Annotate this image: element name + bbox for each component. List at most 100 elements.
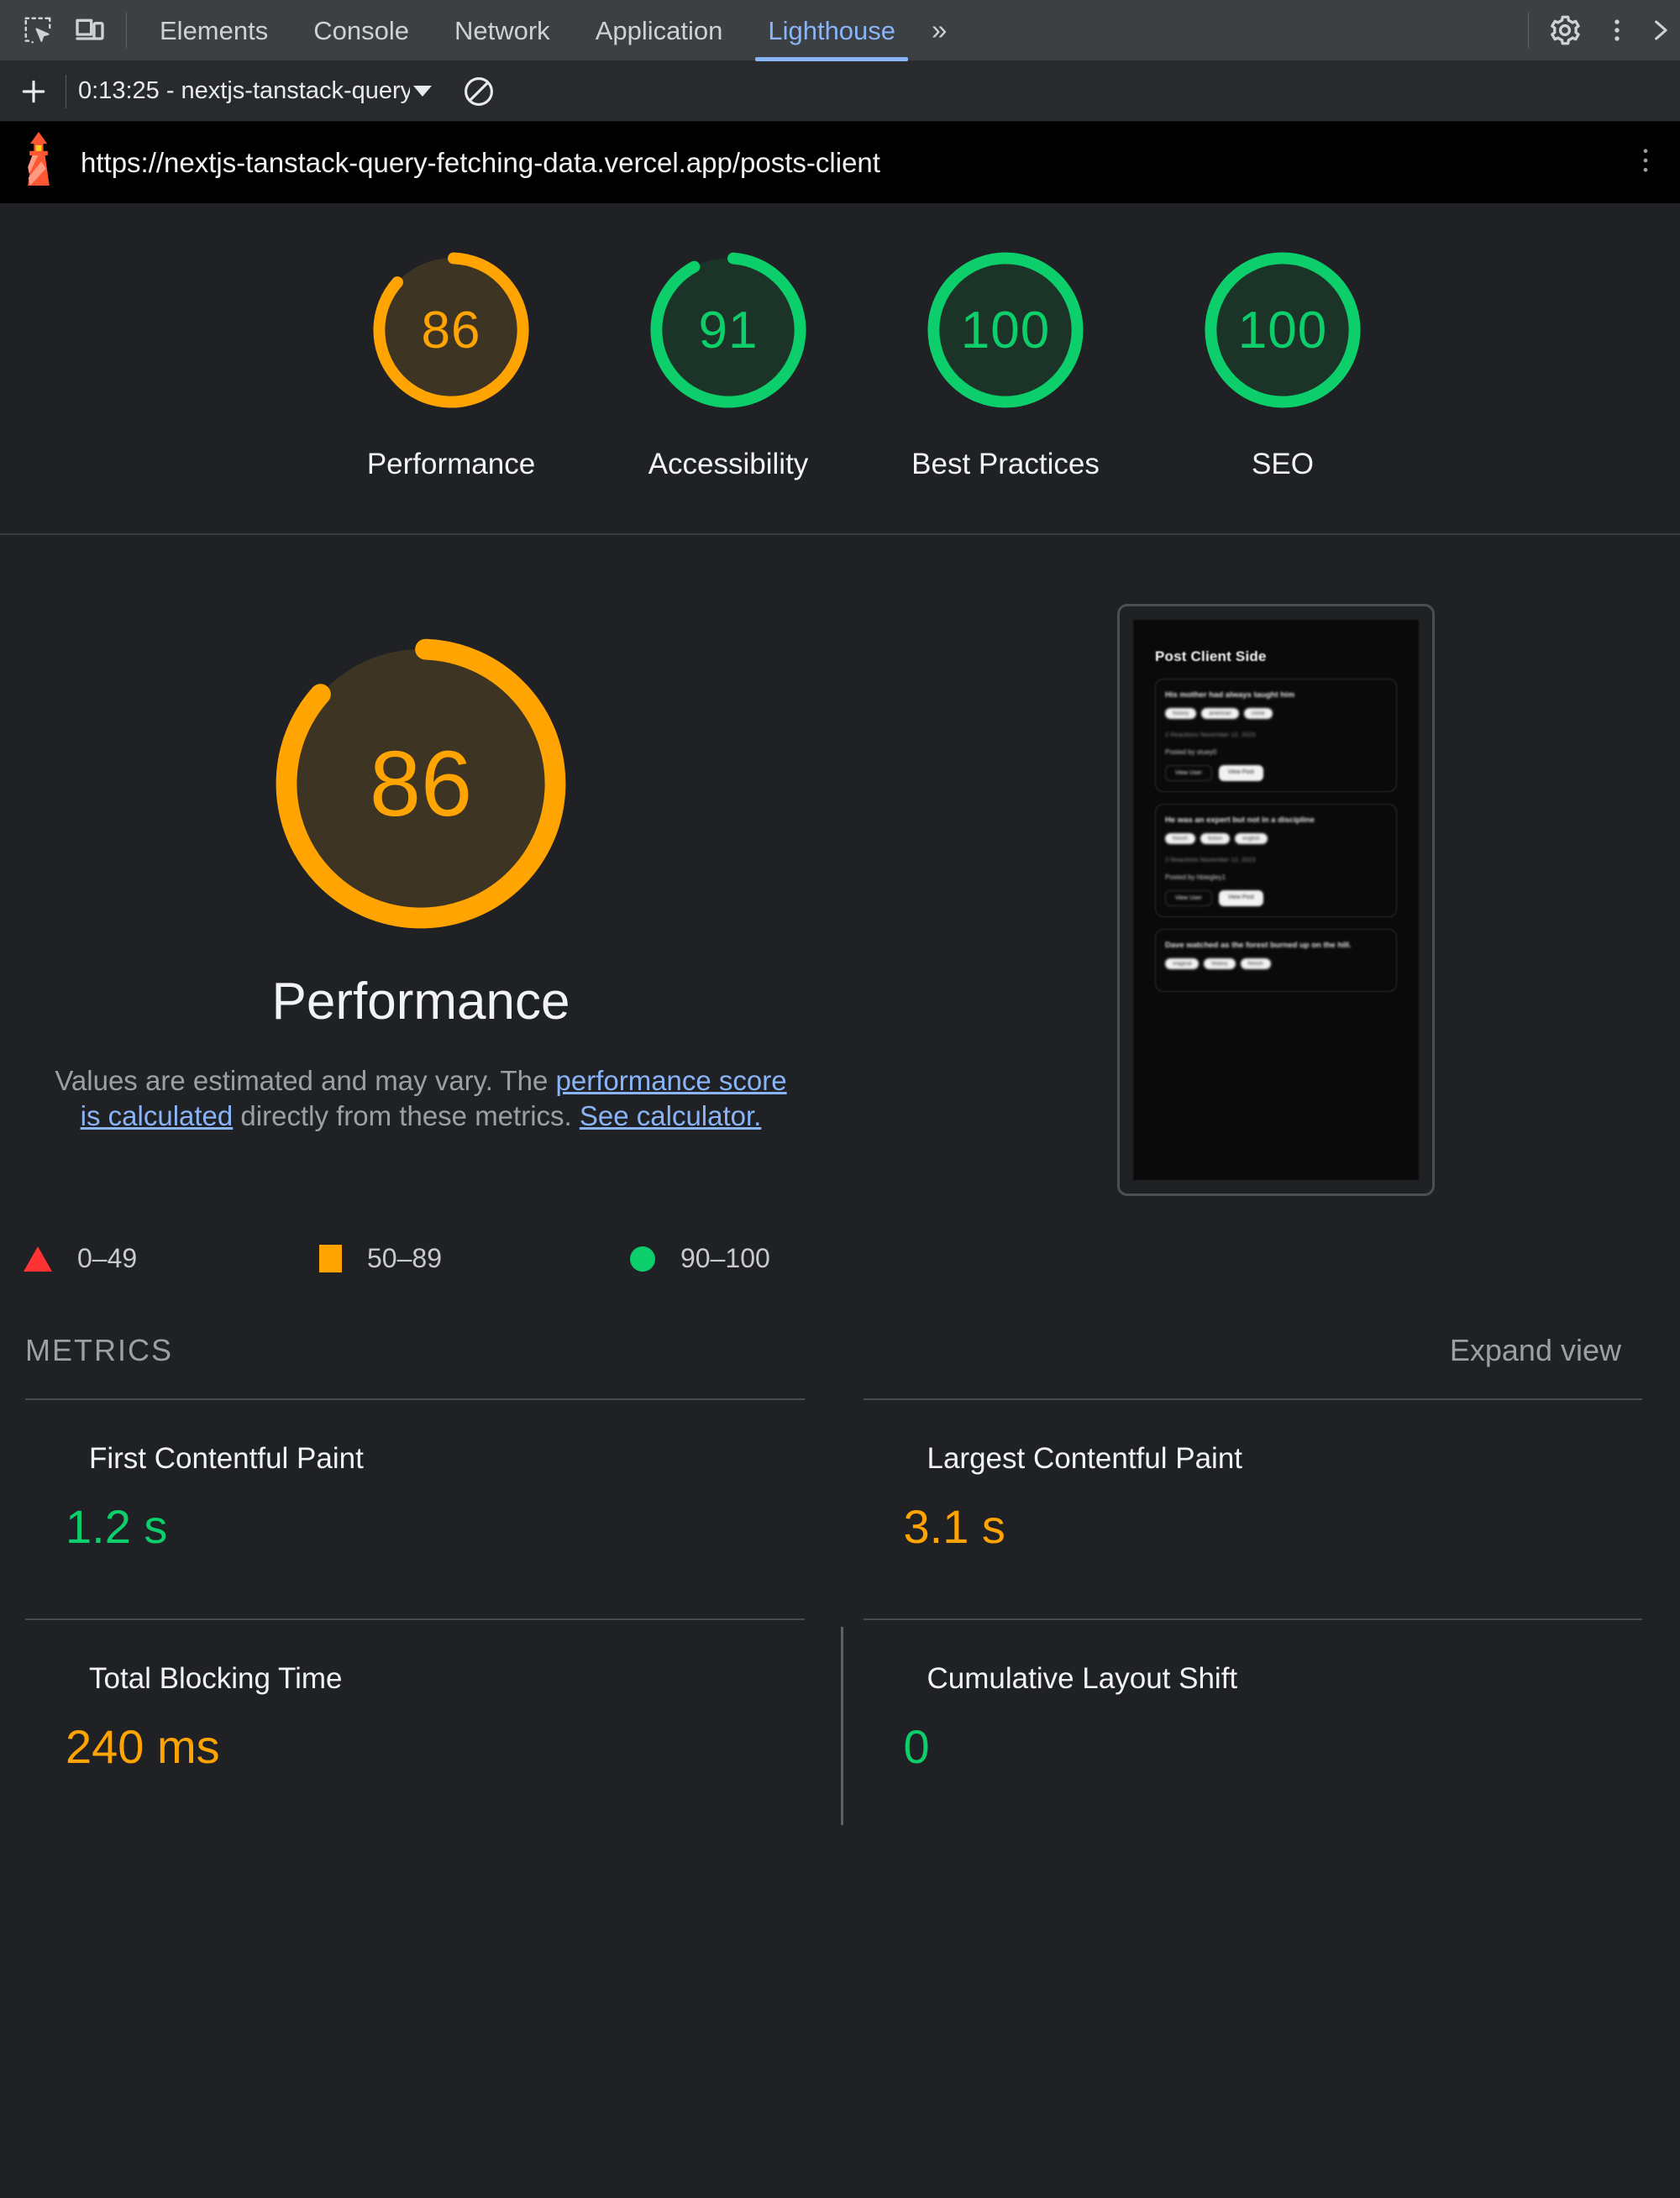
thumb-post-tags: french fiction english <box>1165 832 1387 844</box>
device-toolbar-icon[interactable] <box>64 4 116 56</box>
final-screenshot-frame[interactable]: Post Client Side His mother had always t… <box>1117 604 1435 1197</box>
square-average-icon <box>319 1245 342 1273</box>
thumb-view-user-button: View User <box>1165 765 1212 782</box>
more-options-icon[interactable] <box>1591 4 1643 56</box>
lighthouse-logo-icon <box>18 130 59 195</box>
tabbar-actions <box>1518 4 1680 56</box>
thumb-post-card: His mother had always taught him history… <box>1155 679 1397 793</box>
report-selector-label: 0:13:25 - nextjs-tanstack-query <box>78 77 410 104</box>
section-vertical-divider <box>841 1627 843 1826</box>
new-report-button[interactable] <box>10 68 57 115</box>
devtools-tabbar: Elements Console Network Application Lig… <box>0 0 1680 61</box>
score-value-best-practices: 100 <box>960 301 1051 359</box>
thumb-post-tags: history american crime <box>1165 708 1387 720</box>
metric-value: 1.2 s <box>66 1500 168 1554</box>
thumb-tag: french <box>1165 832 1196 844</box>
score-value-performance: 86 <box>421 301 481 359</box>
thumb-post-heading: Dave watched as the forest burned up on … <box>1165 940 1352 950</box>
thumb-tag: english <box>1235 832 1268 844</box>
thumb-view-post-button: View Post <box>1218 889 1263 906</box>
score-label-accessibility: Accessibility <box>648 448 809 480</box>
final-screenshot-image: Post Client Side His mother had always t… <box>1133 620 1419 1181</box>
expand-view-button[interactable]: Expand view <box>1450 1333 1621 1368</box>
thumb-post-card: Dave watched as the forest burned up on … <box>1155 928 1397 992</box>
toolbar-divider <box>126 13 127 48</box>
tab-lighthouse[interactable]: Lighthouse <box>745 0 918 61</box>
gauge-arc-seo: 100 <box>1193 240 1373 420</box>
desc-text-2: directly from these metrics. <box>233 1099 580 1131</box>
lighthouse-toolbar: 0:13:25 - nextjs-tanstack-query <box>0 61 1680 122</box>
score-label-performance: Performance <box>366 448 536 480</box>
lighthouse-report: 86 Performance 91 Accessibility 100 Best… <box>0 203 1680 1839</box>
triangle-fail-icon <box>24 1246 52 1272</box>
legend-item-pass: 90–100 <box>630 1243 770 1274</box>
thumb-post-meta: 2 Reactions November 12, 2023 <box>1165 855 1256 863</box>
scores-strip: 86 Performance 91 Accessibility 100 Best… <box>0 203 1680 536</box>
score-gauges-row: 86 Performance 91 Accessibility 100 Best… <box>0 240 1680 481</box>
thumb-tag: crime <box>1243 708 1273 720</box>
circle-pass-icon <box>630 1246 655 1272</box>
report-url-bar: https://nextjs-tanstack-query-fetching-d… <box>0 122 1680 203</box>
metric-value: 240 ms <box>66 1720 220 1774</box>
see-calculator-link[interactable]: See calculator. <box>580 1100 761 1131</box>
metric-name: First Contentful Paint <box>89 1442 364 1476</box>
desc-text-1: Values are estimated and may vary. The <box>55 1065 556 1097</box>
performance-category-section: 86 Performance Values are estimated and … <box>0 535 1680 1839</box>
thumb-tag: fiction <box>1200 832 1231 844</box>
tab-elements[interactable]: Elements <box>137 0 291 61</box>
thumb-post-author: Posted by hbiegley1 <box>1165 873 1226 881</box>
metrics-grid: First Contentful Paint 1.2 s Largest Con… <box>0 1368 1680 1839</box>
thumb-post-card: He was an expert but not in a discipline… <box>1155 804 1397 917</box>
score-scale-legend: 0–49 50–89 90–100 <box>0 1196 1680 1274</box>
thumb-view-post-button: View Post <box>1218 765 1263 782</box>
metric-cumulative-layout-shift[interactable]: Cumulative Layout Shift 0 <box>863 1618 1642 1839</box>
legend-range-pass: 90–100 <box>680 1243 770 1274</box>
metric-first-contentful-paint[interactable]: First Contentful Paint 1.2 s <box>25 1398 805 1618</box>
category-description: Values are estimated and may vary. The p… <box>26 1063 816 1133</box>
legend-item-fail: 0–49 <box>24 1243 319 1274</box>
gauge-arc-performance: 86 <box>361 240 541 420</box>
thumb-tag: magical <box>1165 957 1200 969</box>
tab-network[interactable]: Network <box>432 0 573 61</box>
thumb-tag: history <box>1165 708 1197 720</box>
final-screenshot-panel: Post Client Side His mother had always t… <box>842 589 1680 1197</box>
metric-largest-contentful-paint[interactable]: Largest Contentful Paint 3.1 s <box>863 1398 1642 1618</box>
score-gauge-performance[interactable]: 86 Performance <box>312 240 590 481</box>
metric-name: Cumulative Layout Shift <box>927 1662 1238 1696</box>
close-panel-icon[interactable] <box>1643 4 1677 56</box>
score-value-performance-large: 86 <box>369 732 473 836</box>
metric-total-blocking-time[interactable]: Total Blocking Time 240 ms <box>25 1618 805 1839</box>
legend-range-average: 50–89 <box>367 1243 442 1274</box>
score-gauge-best-practices[interactable]: 100 Best Practices <box>867 240 1144 481</box>
thumb-post-author: Posted by stuey0 <box>1165 748 1217 757</box>
tab-application[interactable]: Application <box>573 0 746 61</box>
inspect-element-icon[interactable] <box>12 4 64 56</box>
score-label-seo: SEO <box>1252 448 1314 480</box>
more-tabs-icon[interactable]: » <box>918 14 958 46</box>
thumb-tag: history <box>1204 957 1236 969</box>
thumb-page-title: Post Client Side <box>1155 648 1267 665</box>
thumb-tag: american <box>1201 708 1239 720</box>
report-selector-dropdown[interactable]: 0:13:25 - nextjs-tanstack-query <box>78 77 432 105</box>
gear-icon[interactable] <box>1539 4 1591 56</box>
score-gauge-seo[interactable]: 100 SEO <box>1144 240 1421 481</box>
thumb-tag: french <box>1240 957 1271 969</box>
tab-console[interactable]: Console <box>291 0 432 61</box>
thumb-post-actions: View User View Post <box>1165 765 1387 782</box>
page-title: Performance <box>271 973 570 1031</box>
score-value-seo: 100 <box>1237 301 1328 359</box>
score-gauge-accessibility[interactable]: 91 Accessibility <box>590 240 867 481</box>
thumb-post-actions: View User View Post <box>1165 889 1387 906</box>
gauge-arc-accessibility: 91 <box>638 240 818 420</box>
gauge-arc-best-practices: 100 <box>916 240 1095 420</box>
chevron-down-icon <box>413 86 432 97</box>
legend-range-fail: 0–49 <box>77 1243 138 1274</box>
thumb-post-meta: 2 Reactions November 12, 2023 <box>1165 731 1256 739</box>
metrics-header: METRICS Expand view <box>0 1274 1680 1368</box>
report-menu-icon[interactable] <box>1633 141 1658 184</box>
thumb-post-tags: magical history french <box>1165 957 1387 969</box>
clear-reports-button[interactable] <box>460 73 497 110</box>
thumb-view-user-button: View User <box>1165 889 1212 906</box>
gauge-arc-performance-large: 86 <box>253 616 589 952</box>
metric-name: Largest Contentful Paint <box>927 1442 1243 1476</box>
